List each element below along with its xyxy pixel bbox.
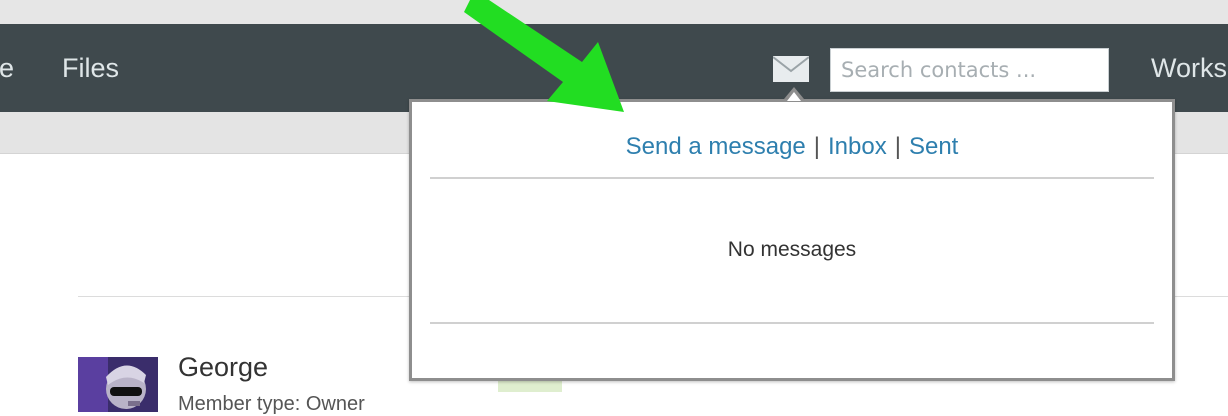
nav-home-link[interactable]: ne (0, 52, 14, 84)
search-contacts-input[interactable] (830, 48, 1109, 92)
dropdown-caret-fill (787, 92, 801, 101)
inbox-link[interactable]: Inbox (828, 133, 887, 160)
dropdown-divider-bottom (430, 322, 1154, 324)
link-separator: | (894, 133, 901, 160)
messages-dropdown: Send a message | Inbox | Sent No messages (409, 99, 1175, 381)
status-tab (498, 380, 562, 392)
nav-files-link[interactable]: Files (62, 52, 119, 84)
link-separator: | (813, 133, 821, 160)
sent-link[interactable]: Sent (909, 133, 958, 160)
envelope-icon[interactable] (772, 56, 810, 82)
avatar[interactable] (78, 357, 158, 412)
dropdown-divider-top (430, 177, 1154, 179)
member-name[interactable]: George (178, 350, 268, 384)
no-messages-text: No messages (727, 238, 857, 261)
member-type: Member type: Owner (178, 393, 365, 415)
nav-workspace-link[interactable]: Works (1151, 52, 1227, 84)
messages-links: Send a message | Inbox | Sent (412, 130, 1172, 164)
top-strip (0, 0, 1228, 24)
send-message-link[interactable]: Send a message (626, 133, 806, 160)
